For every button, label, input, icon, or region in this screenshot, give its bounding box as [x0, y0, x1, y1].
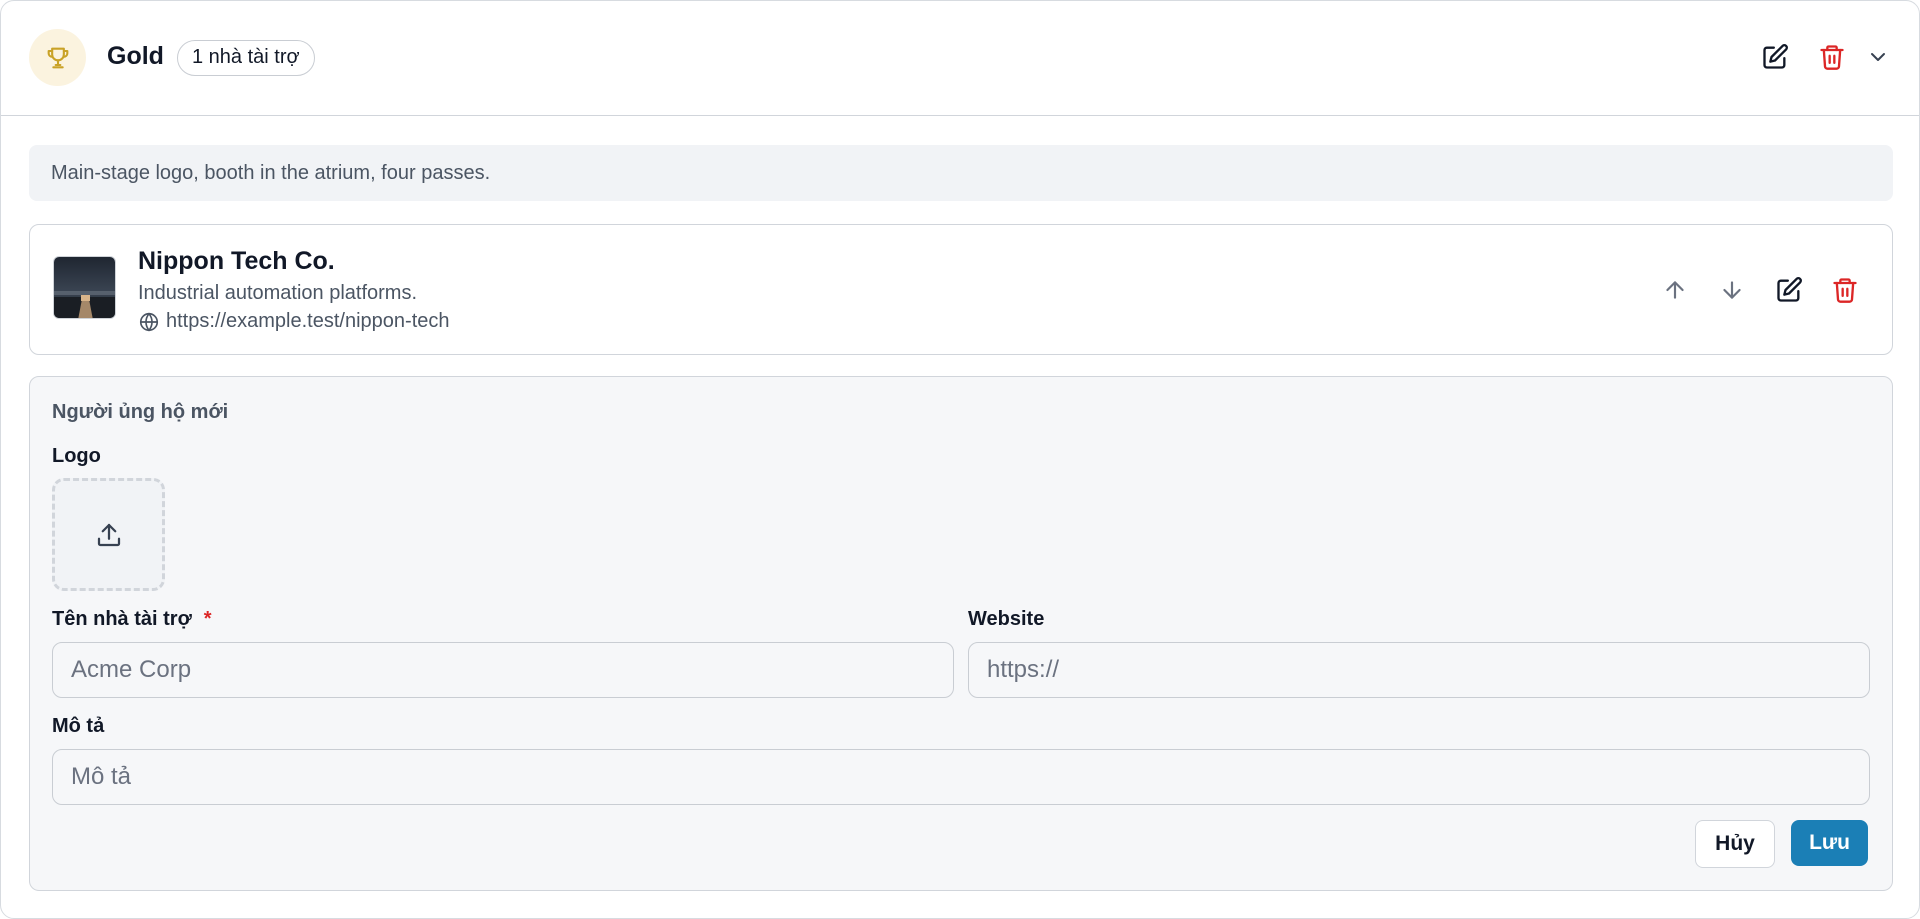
tier-name: Gold — [107, 42, 164, 70]
move-down-button[interactable] — [1714, 272, 1750, 308]
trash-icon — [1820, 45, 1844, 70]
tier-description: Main-stage logo, booth in the atrium, fo… — [29, 145, 1893, 201]
arrow-down-icon — [1723, 281, 1741, 299]
sponsor-logo — [53, 256, 116, 319]
edit-icon — [1763, 44, 1788, 69]
sponsor-tier-card: Gold 1 nhà tài trợ Main-stage logo, boot… — [0, 0, 1920, 919]
sponsor-item: Nippon Tech Co. Industrial automation pl… — [29, 224, 1893, 355]
sponsor-name-label-text: Tên nhà tài trợ — [52, 608, 192, 630]
upload-icon — [97, 523, 120, 546]
delete-tier-button[interactable] — [1814, 39, 1850, 75]
delete-sponsor-button[interactable] — [1827, 272, 1863, 308]
trophy-icon — [29, 29, 86, 86]
new-sponsor-form: Người ủng hộ mới Logo Tên nhà tài trợ * W… — [29, 376, 1893, 891]
sponsor-name: Nippon Tech Co. — [138, 247, 335, 275]
trash-icon — [1833, 278, 1857, 303]
edit-icon — [1777, 277, 1802, 302]
logo-upload[interactable] — [52, 478, 165, 591]
edit-sponsor-button[interactable] — [1771, 272, 1807, 308]
description-label: Mô tả — [52, 715, 105, 737]
arrow-up-icon — [1666, 281, 1684, 299]
sponsor-website: https://example.test/nippon-tech — [138, 310, 450, 333]
logo-label: Logo — [52, 445, 101, 467]
chevron-down-icon — [1871, 53, 1885, 61]
edit-tier-button[interactable] — [1757, 39, 1793, 75]
sponsor-description: Industrial automation platforms. — [138, 282, 418, 304]
form-title: Người ủng hộ mới — [52, 401, 229, 423]
globe-icon — [139, 311, 159, 332]
description-input[interactable] — [52, 749, 1870, 805]
move-up-button[interactable] — [1657, 272, 1693, 308]
sponsor-name-input[interactable] — [52, 642, 954, 698]
sponsor-url[interactable]: https://example.test/nippon-tech — [166, 310, 450, 333]
website-input[interactable] — [968, 642, 1870, 698]
required-mark: * — [203, 608, 212, 630]
website-label: Website — [968, 608, 1045, 630]
tier-header: Gold 1 nhà tài trợ — [1, 1, 1919, 116]
sponsor-name-label: Tên nhà tài trợ * — [52, 608, 212, 631]
sponsor-count-badge: 1 nhà tài trợ — [177, 40, 315, 76]
collapse-tier-button[interactable] — [1860, 39, 1896, 75]
save-button[interactable]: Lưu — [1791, 820, 1868, 866]
cancel-button[interactable]: Hủy — [1695, 820, 1775, 868]
